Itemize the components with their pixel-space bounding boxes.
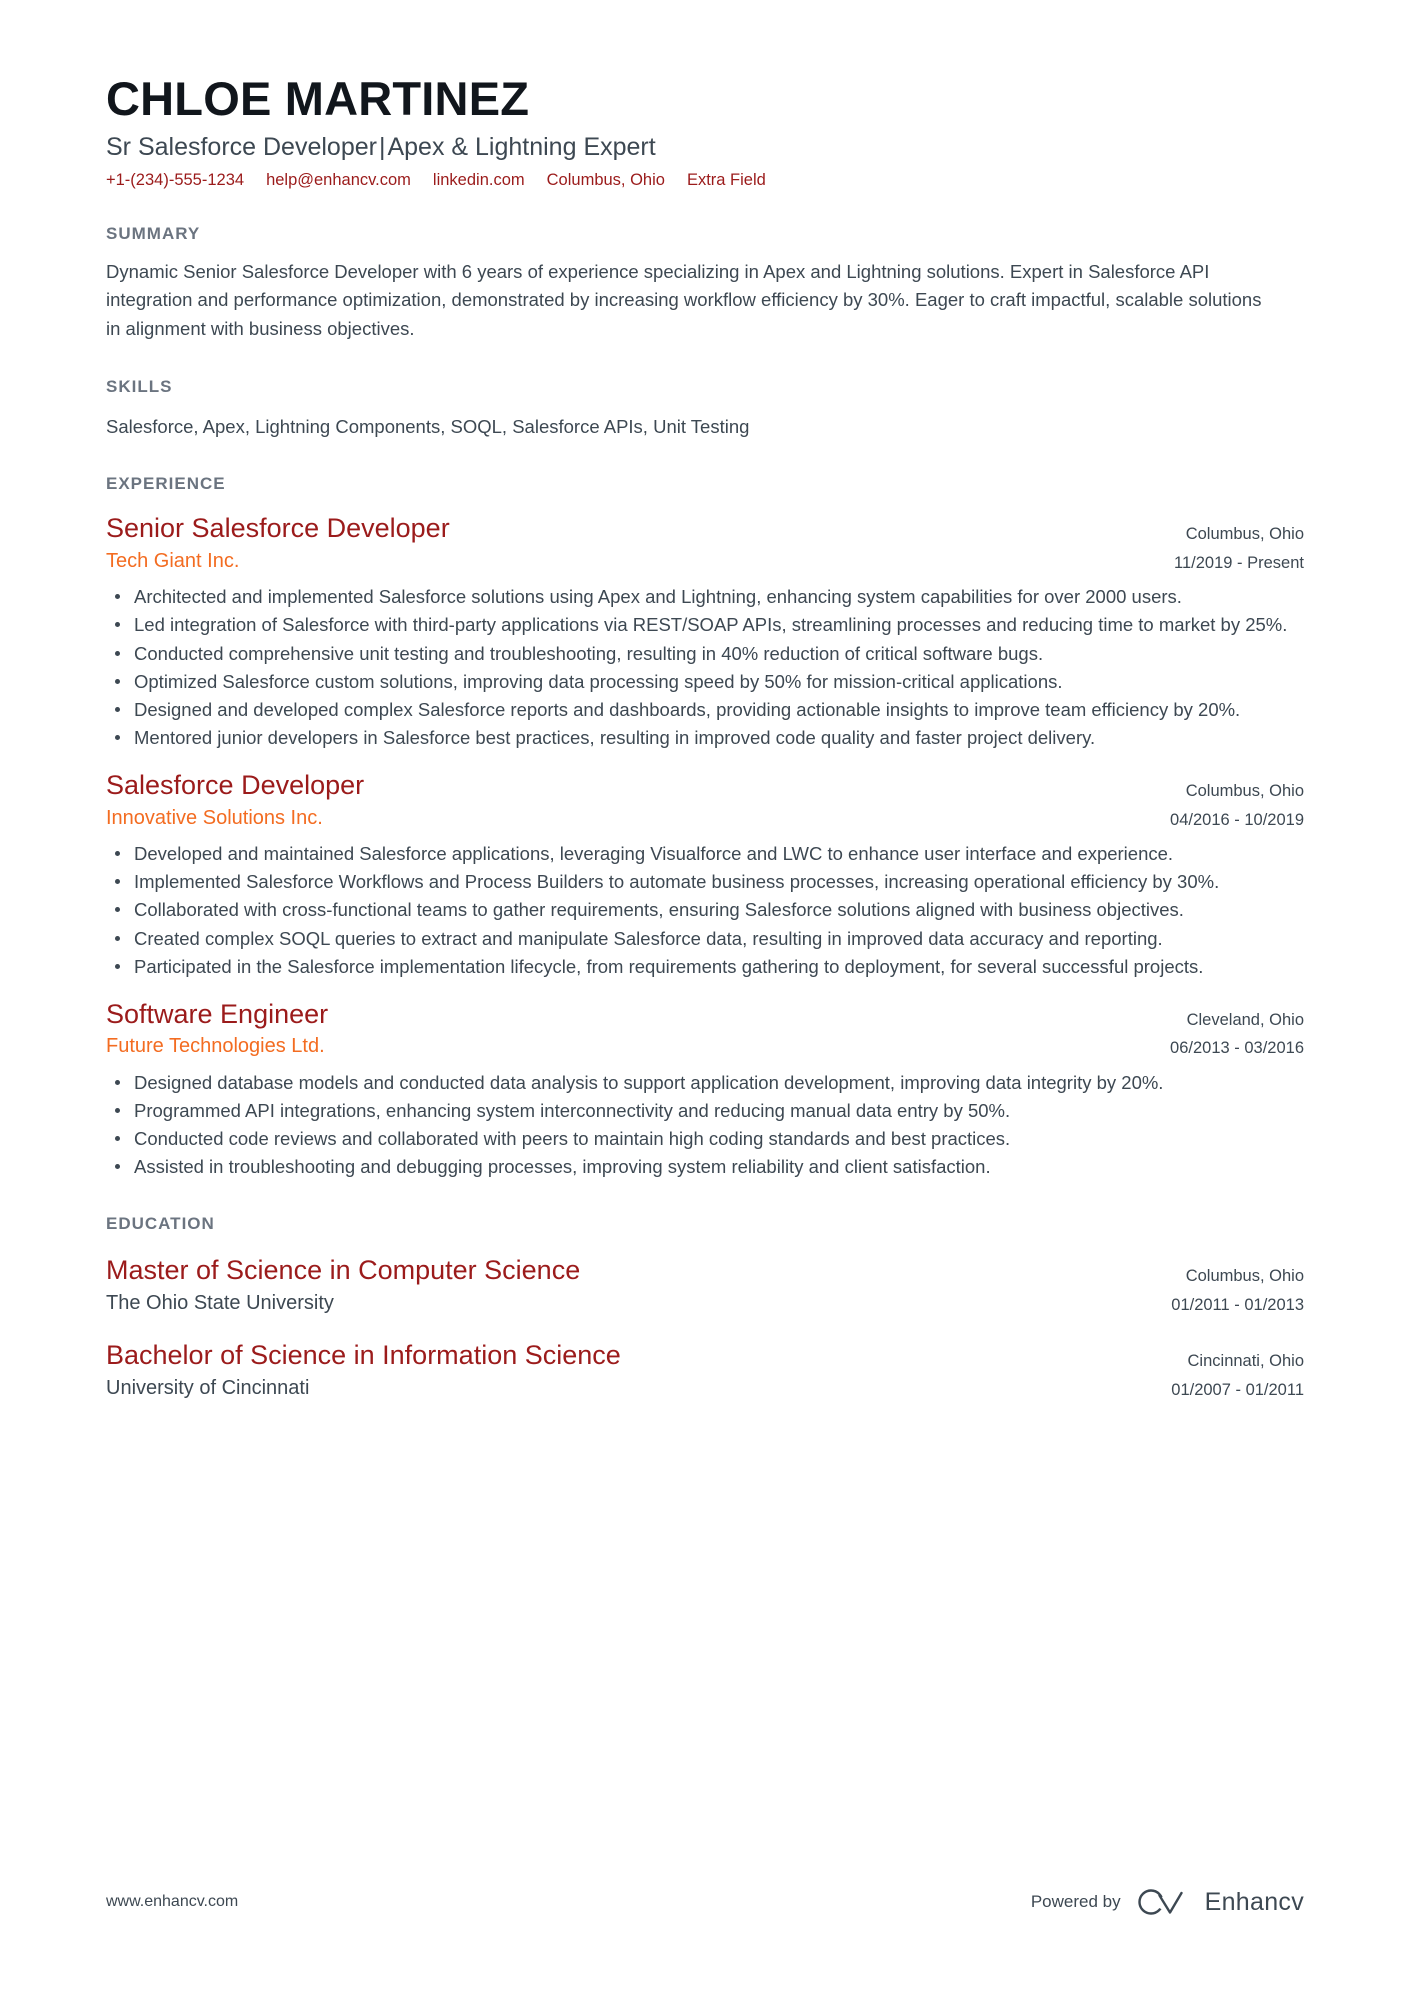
job-title: Salesforce Developer — [106, 770, 365, 801]
company-name: Future Technologies Ltd. — [106, 1035, 325, 1058]
list-item: Programmed API integrations, enhancing s… — [106, 1097, 1304, 1124]
education-entry-main: Master of Science in Computer Science Th… — [106, 1254, 1149, 1316]
contact-email[interactable]: help@enhancv.com — [266, 171, 411, 190]
school-location: Columbus, Ohio — [1185, 1267, 1304, 1286]
job-location: Columbus, Ohio — [1185, 525, 1304, 544]
summary-section: SUMMARY Dynamic Senior Salesforce Develo… — [106, 224, 1304, 342]
school-location: Cincinnati, Ohio — [1187, 1352, 1304, 1371]
skills-section: SKILLS Salesforce, Apex, Lightning Compo… — [106, 377, 1304, 441]
candidate-headline: Sr Salesforce Developer|Apex & Lightning… — [106, 132, 1304, 163]
footer-brand: Powered by Enhancv — [1031, 1887, 1304, 1917]
contact-phone[interactable]: +1-(234)-555-1234 — [106, 171, 244, 190]
experience-entry-main: Senior Salesforce Developer Tech Giant I… — [106, 512, 1152, 574]
contact-location: Columbus, Ohio — [546, 171, 665, 190]
page-footer: www.enhancv.com Powered by Enhancv — [106, 1887, 1304, 1917]
headline-left: Sr Salesforce Developer — [106, 133, 377, 162]
education-section: EDUCATION Master of Science in Computer … — [106, 1214, 1304, 1404]
degree-title: Bachelor of Science in Information Scien… — [106, 1340, 621, 1371]
summary-section-title: SUMMARY — [106, 224, 201, 244]
list-item: Developed and maintained Salesforce appl… — [106, 840, 1304, 867]
school-dates: 01/2011 - 01/2013 — [1171, 1295, 1304, 1314]
list-item: Created complex SOQL queries to extract … — [106, 925, 1304, 952]
headline-right: Apex & Lightning Expert — [387, 133, 656, 162]
education-entry-meta: Cincinnati, Ohio 01/2007 - 01/2011 — [1149, 1339, 1304, 1404]
footer-website-url[interactable]: www.enhancv.com — [106, 1893, 238, 1911]
list-item: Designed database models and conducted d… — [106, 1069, 1304, 1096]
job-bullets: Designed database models and conducted d… — [106, 1069, 1304, 1181]
list-item: Led integration of Salesforce with third… — [106, 611, 1304, 638]
education-section-title: EDUCATION — [106, 1214, 215, 1234]
education-entry: Bachelor of Science in Information Scien… — [106, 1339, 1304, 1404]
education-entry-header: Bachelor of Science in Information Scien… — [106, 1339, 1304, 1404]
list-item: Architected and implemented Salesforce s… — [106, 583, 1304, 610]
list-item: Designed and developed complex Salesforc… — [106, 696, 1304, 723]
list-item: Optimized Salesforce custom solutions, i… — [106, 668, 1304, 695]
enhancv-brand-name: Enhancv — [1204, 1887, 1304, 1916]
experience-entry-main: Salesforce Developer Innovative Solution… — [106, 769, 1148, 831]
headline-separator: | — [378, 133, 386, 162]
powered-by-label: Powered by — [1030, 1892, 1121, 1911]
experience-entry-header: Senior Salesforce Developer Tech Giant I… — [106, 512, 1304, 577]
experience-entry: Senior Salesforce Developer Tech Giant I… — [106, 512, 1304, 751]
list-item: Conducted comprehensive unit testing and… — [106, 640, 1304, 667]
degree-title: Master of Science in Computer Science — [106, 1255, 581, 1286]
contact-extra-field: Extra Field — [686, 171, 766, 190]
education-entry-header: Master of Science in Computer Science Th… — [106, 1254, 1304, 1319]
job-title: Software Engineer — [106, 998, 329, 1029]
education-entry-main: Bachelor of Science in Information Scien… — [106, 1339, 1149, 1401]
experience-entry-header: Salesforce Developer Innovative Solution… — [106, 769, 1304, 834]
experience-entry-header: Software Engineer Future Technologies Lt… — [106, 998, 1304, 1063]
list-item: Assisted in troubleshooting and debuggin… — [106, 1153, 1304, 1180]
summary-text: Dynamic Senior Salesforce Developer with… — [106, 261, 1262, 339]
experience-entry-meta: Columbus, Ohio 11/2019 - Present — [1152, 512, 1304, 577]
education-entry: Master of Science in Computer Science Th… — [106, 1254, 1304, 1319]
job-dates: 11/2019 - Present — [1174, 553, 1304, 572]
experience-entry: Salesforce Developer Innovative Solution… — [106, 769, 1304, 980]
skills-list: Salesforce, Apex, Lightning Components, … — [106, 415, 750, 437]
resume-page: CHLOE MARTINEZ Sr Salesforce Developer|A… — [0, 0, 1410, 1995]
contact-linkedin[interactable]: linkedin.com — [433, 171, 525, 190]
experience-section-title: EXPERIENCE — [106, 474, 226, 494]
experience-entry-main: Software Engineer Future Technologies Lt… — [106, 998, 1148, 1060]
list-item: Implemented Salesforce Workflows and Pro… — [106, 868, 1304, 895]
experience-entry-meta: Columbus, Ohio 04/2016 - 10/2019 — [1148, 769, 1304, 834]
experience-entry: Software Engineer Future Technologies Lt… — [106, 998, 1304, 1181]
candidate-name: CHLOE MARTINEZ — [106, 72, 530, 125]
experience-section: EXPERIENCE Senior Salesforce Developer T… — [106, 474, 1304, 1180]
experience-entry-meta: Cleveland, Ohio 06/2013 - 03/2016 — [1148, 998, 1304, 1063]
company-name: Innovative Solutions Inc. — [106, 806, 323, 829]
job-bullets: Architected and implemented Salesforce s… — [106, 583, 1304, 751]
resume-header: CHLOE MARTINEZ Sr Salesforce Developer|A… — [106, 72, 1304, 190]
contact-row: +1-(234)-555-1234 help@enhancv.com linke… — [106, 171, 1304, 190]
company-name: Tech Giant Inc. — [106, 549, 240, 572]
job-dates: 04/2016 - 10/2019 — [1170, 810, 1304, 829]
list-item: Collaborated with cross-functional teams… — [106, 896, 1304, 923]
list-item: Conducted code reviews and collaborated … — [106, 1125, 1304, 1152]
job-title: Senior Salesforce Developer — [106, 513, 450, 544]
education-entry-meta: Columbus, Ohio 01/2011 - 01/2013 — [1149, 1254, 1304, 1319]
enhancv-infinity-icon — [1137, 1889, 1183, 1915]
skills-section-title: SKILLS — [106, 376, 173, 396]
job-location: Columbus, Ohio — [1185, 782, 1304, 801]
enhancv-logo: Enhancv — [1137, 1887, 1304, 1917]
job-bullets: Developed and maintained Salesforce appl… — [106, 840, 1304, 980]
job-location: Cleveland, Ohio — [1186, 1010, 1304, 1029]
list-item: Mentored junior developers in Salesforce… — [106, 724, 1304, 751]
job-dates: 06/2013 - 03/2016 — [1170, 1039, 1304, 1058]
school-name: University of Cincinnati — [106, 1376, 310, 1399]
list-item: Participated in the Salesforce implement… — [106, 953, 1304, 980]
school-name: The Ohio State University — [106, 1291, 334, 1314]
school-dates: 01/2007 - 01/2011 — [1171, 1380, 1304, 1399]
